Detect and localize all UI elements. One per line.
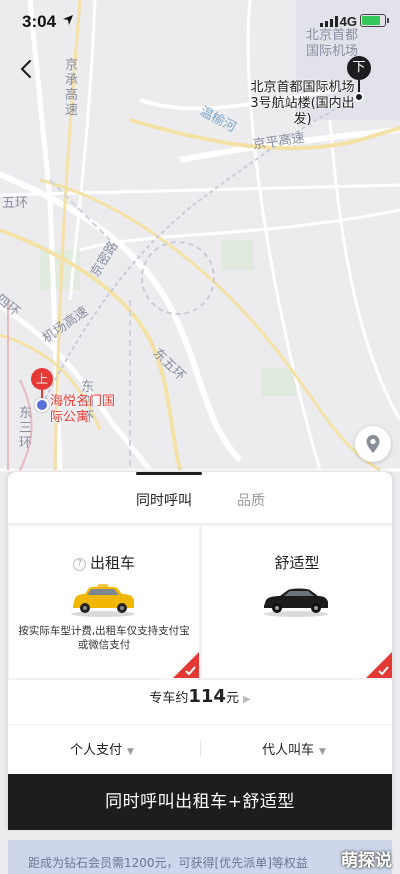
membership-promo-bar[interactable]: 距成为钻石会员需1200元，可获得[优先派单]等权益 bbox=[8, 840, 392, 874]
selected-check-icon bbox=[173, 652, 199, 678]
status-bar: 3:04 4G bbox=[0, 0, 400, 44]
price-estimate[interactable]: 专车约114元 ▶ bbox=[8, 686, 392, 707]
call-for-others-dropdown[interactable]: 代人叫车 ▼ bbox=[262, 739, 326, 758]
price-amount: 114 bbox=[188, 686, 226, 707]
location-pin-icon bbox=[366, 435, 380, 453]
card-comfort-title: 舒适型 bbox=[274, 554, 320, 572]
card-comfort[interactable]: 舒适型 bbox=[202, 526, 392, 678]
car-type-cards: ? 出租车 按实际车型计费,出租车仅支持支付宝或微信支付 舒适型 bbox=[8, 524, 392, 680]
ride-tabs: 同时呼叫 品质 bbox=[8, 472, 392, 524]
caret-down-icon: ▼ bbox=[127, 747, 134, 757]
personal-payment-dropdown[interactable]: 个人支付 ▼ bbox=[70, 739, 134, 758]
help-icon[interactable]: ? bbox=[72, 558, 86, 571]
promo-text: 距成为钻石会员需1200元，可获得[优先派单]等权益 bbox=[28, 856, 308, 870]
selected-check-icon bbox=[366, 652, 392, 678]
call-for-others-label: 代人叫车 bbox=[262, 743, 315, 758]
price-unit: 元 bbox=[225, 691, 239, 706]
destination-dot bbox=[354, 92, 364, 102]
network-type: 4G bbox=[339, 14, 357, 29]
battery-icon bbox=[360, 14, 389, 27]
card-taxi[interactable]: ? 出租车 按实际车型计费,出租车仅支持支付宝或微信支付 bbox=[9, 526, 199, 678]
payment-options: 个人支付 ▼ 代人叫车 ▼ bbox=[8, 724, 392, 772]
destination-marker-icon[interactable]: 下 bbox=[347, 56, 371, 80]
options-divider bbox=[200, 741, 201, 757]
origin-dot bbox=[35, 398, 49, 412]
price-prefix: 专车约 bbox=[149, 691, 189, 706]
chevron-right-icon: ▶ bbox=[242, 694, 251, 705]
locate-button[interactable] bbox=[355, 426, 391, 462]
sedan-car-icon bbox=[264, 588, 328, 617]
origin-label: 海悦名门国际公寓 bbox=[50, 394, 116, 425]
signal-icon bbox=[320, 16, 338, 27]
taxi-car-icon bbox=[71, 584, 135, 617]
card-taxi-description: 按实际车型计费,出租车仅支持支付宝或微信支付 bbox=[18, 625, 190, 651]
caret-down-icon: ▼ bbox=[319, 747, 326, 757]
call-car-button[interactable]: 同时呼叫出租车+舒适型 bbox=[8, 774, 392, 830]
map-label-east-third-ring: 东三环 bbox=[18, 406, 32, 451]
origin-marker-icon[interactable]: 上 bbox=[31, 368, 53, 390]
tab-quality[interactable]: 品质 bbox=[237, 490, 265, 510]
destination-label: 北京首都国际机场3号航站楼(国内出发) bbox=[250, 80, 355, 127]
map-label-jingcheng: 京承高速 bbox=[64, 58, 78, 118]
location-arrow-icon bbox=[63, 15, 73, 25]
card-taxi-title-row: ? 出租车 bbox=[9, 552, 199, 573]
back-arrow-icon[interactable] bbox=[14, 56, 40, 82]
card-taxi-title: 出租车 bbox=[89, 554, 135, 572]
map-label-fifth-ring: 五环 bbox=[2, 196, 29, 211]
tab-simultaneous-call[interactable]: 同时呼叫 bbox=[136, 490, 192, 510]
personal-payment-label: 个人支付 bbox=[70, 743, 123, 758]
status-time: 3:04 bbox=[22, 12, 57, 31]
watermark: 萌探说 bbox=[341, 851, 392, 871]
ride-options-sheet: 同时呼叫 品质 ?出租车 按实际车型计费,出租车仅支持支付宝或微信支付 舒适型 bbox=[8, 472, 392, 830]
